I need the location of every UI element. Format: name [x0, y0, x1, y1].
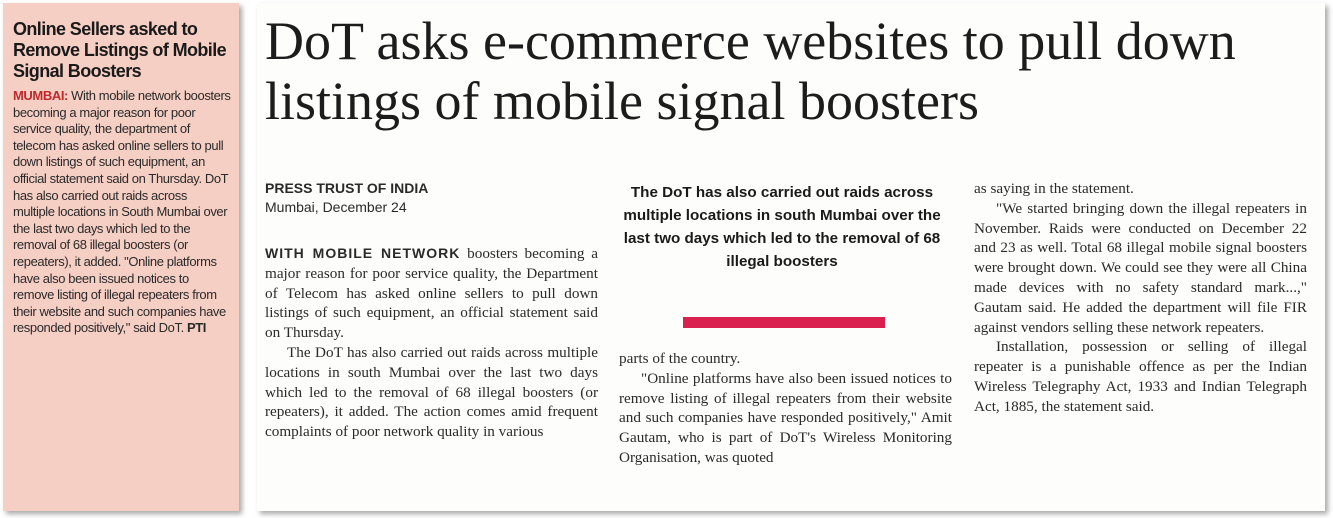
- byline: PRESS TRUST OF INDIA Mumbai, December 24: [265, 179, 428, 217]
- paragraph-4: "We started bringing down the illegal re…: [974, 199, 1307, 336]
- column-2: parts of the country. "Online platforms …: [619, 349, 952, 468]
- main-article: DoT asks e-commerce websites to pull dow…: [257, 3, 1325, 511]
- byline-place-date: Mumbai, December 24: [265, 199, 407, 215]
- brief-text: With mobile network boosters becoming a …: [13, 88, 231, 336]
- column-1: WITH MOBILE NETWORK boosters becoming a …: [265, 244, 598, 442]
- brief-body: MUMBAI: With mobile network boosters bec…: [13, 88, 231, 337]
- brief-dateline: MUMBAI:: [13, 88, 68, 103]
- paragraph-2: The DoT has also carried out raids acros…: [265, 343, 598, 441]
- pull-quote-bar: [683, 317, 885, 328]
- brief-headline: Online Sellers asked to Remove Listings …: [13, 19, 227, 81]
- sidebar-news-brief: Online Sellers asked to Remove Listings …: [3, 3, 239, 511]
- column-2-continuation: parts of the country.: [619, 350, 741, 367]
- pull-quote: The DoT has also carried out raids acros…: [623, 184, 941, 270]
- brief-credit: PTI: [187, 320, 207, 336]
- paragraph-1: WITH MOBILE NETWORK boosters becoming a …: [265, 244, 598, 343]
- byline-agency: PRESS TRUST OF INDIA: [265, 180, 429, 196]
- lead-in: WITH MOBILE NETWORK: [265, 245, 461, 261]
- column-3-continuation: as saying in the statement.: [974, 180, 1134, 197]
- paragraph-3: "Online platforms have also been issued …: [619, 369, 952, 466]
- paragraph-5: Installation, possession or selling of i…: [974, 338, 1307, 415]
- column-3: as saying in the statement. "We started …: [974, 179, 1307, 417]
- article-headline: DoT asks e-commerce websites to pull dow…: [265, 11, 1236, 131]
